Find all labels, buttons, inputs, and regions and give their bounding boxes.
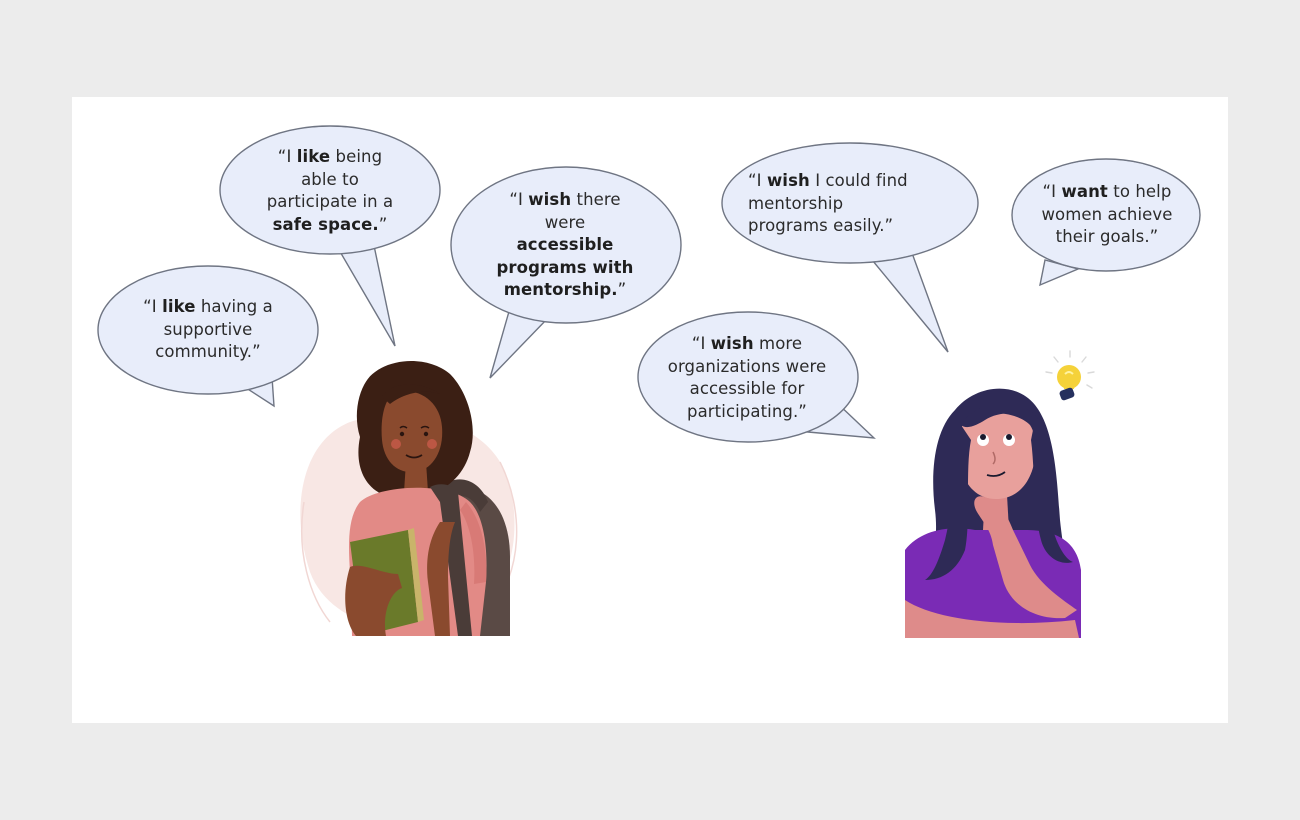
quote-text: programs easily.” bbox=[748, 216, 894, 235]
quote-text: there bbox=[571, 190, 621, 209]
quote-line: accessible bbox=[470, 234, 660, 257]
quote-line: programs with bbox=[470, 257, 660, 280]
thinking-woman-icon bbox=[905, 388, 1081, 638]
quote-line: community.” bbox=[118, 341, 298, 364]
quote-help-women: “I want to help women achieve their goals.… bbox=[1022, 181, 1192, 249]
quote-text: participating.” bbox=[687, 401, 807, 421]
quote-line: women achieve bbox=[1022, 204, 1192, 227]
quote-safe-space: “I like being able to participate in a safe… bbox=[240, 146, 420, 236]
quote-line: accessible for bbox=[652, 378, 842, 401]
quote-text: “I bbox=[691, 334, 711, 353]
quote-line: organizations were bbox=[652, 356, 842, 379]
quote-line: “I want to help bbox=[1022, 181, 1192, 204]
quote-text: their goals.” bbox=[1055, 227, 1159, 246]
quote-emphasis: want bbox=[1061, 182, 1108, 201]
quote-text: ” bbox=[617, 280, 627, 299]
quote-emphasis: programs with bbox=[496, 257, 634, 277]
quote-text: mentorship bbox=[748, 193, 844, 213]
quote-text: accessible for bbox=[689, 379, 805, 398]
quote-line: participating.” bbox=[652, 401, 842, 424]
quote-emphasis: wish bbox=[766, 171, 810, 190]
quote-line: “I wish more bbox=[652, 333, 842, 356]
quote-text: to help bbox=[1107, 182, 1172, 201]
quote-text: more bbox=[753, 334, 803, 353]
student-woman-with-book-and-backpack-icon bbox=[300, 360, 518, 636]
quote-accessible-programs: “I wish there were accessible programs with… bbox=[470, 189, 660, 302]
quote-text: women achieve bbox=[1041, 204, 1173, 224]
quote-text: I could find bbox=[809, 171, 908, 190]
quote-line: mentorship bbox=[748, 193, 948, 216]
quote-text: ” bbox=[378, 214, 388, 234]
quote-line: able to bbox=[240, 169, 420, 192]
quote-line: their goals.” bbox=[1022, 226, 1192, 249]
quote-emphasis: accessible bbox=[516, 235, 614, 254]
quote-line: “I like being bbox=[240, 146, 420, 169]
quote-organizations-accessible: “I wish more organizations were accessible… bbox=[652, 333, 842, 423]
quote-text: “I bbox=[748, 171, 767, 190]
quote-text: community.” bbox=[155, 342, 261, 361]
quote-find-mentorship: “I wish I could find mentorship programs e… bbox=[748, 170, 948, 238]
quote-text: having a bbox=[195, 297, 273, 316]
quote-line: supportive bbox=[118, 319, 298, 342]
quote-text: “I bbox=[509, 190, 529, 209]
quote-supportive-community: “I like having a supportive community.” bbox=[118, 296, 298, 364]
quote-text: organizations were bbox=[667, 356, 827, 376]
quote-emphasis: mentorship. bbox=[503, 280, 618, 299]
quote-text: supportive bbox=[163, 319, 253, 339]
quote-text: were bbox=[544, 212, 586, 232]
quote-emphasis: wish bbox=[710, 334, 754, 353]
quote-line: programs easily.” bbox=[748, 215, 948, 238]
quote-line: “I like having a bbox=[118, 296, 298, 319]
quote-line: mentorship.” bbox=[470, 279, 660, 302]
quote-line: participate in a bbox=[240, 191, 420, 214]
quote-text: “I bbox=[143, 297, 163, 316]
lightbulb-idea-icon bbox=[1045, 350, 1095, 401]
quote-text: “I bbox=[1042, 182, 1062, 201]
quote-line: “I wish there bbox=[470, 189, 660, 212]
quote-emphasis: like bbox=[162, 297, 196, 316]
quote-text: being bbox=[330, 147, 383, 166]
quote-line: were bbox=[470, 212, 660, 235]
quote-line: safe space.” bbox=[240, 214, 420, 237]
quote-line: “I wish I could find bbox=[748, 170, 948, 193]
quote-emphasis: safe space. bbox=[272, 214, 379, 234]
quote-text: participate in a bbox=[266, 192, 394, 211]
quote-emphasis: wish bbox=[528, 190, 572, 209]
quote-emphasis: like bbox=[296, 147, 331, 166]
quote-text: “I bbox=[277, 147, 297, 166]
quote-text: able to bbox=[301, 169, 359, 189]
